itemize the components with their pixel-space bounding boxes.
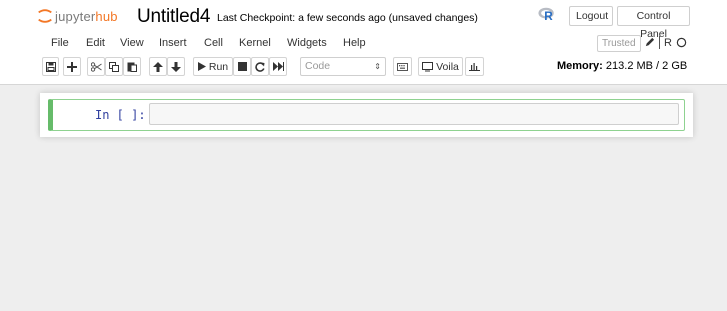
bar-chart-icon xyxy=(469,63,480,71)
voila-label: Voila xyxy=(436,60,459,73)
move-up-button[interactable] xyxy=(149,57,167,76)
copy-button[interactable] xyxy=(105,57,123,76)
restart-button[interactable] xyxy=(251,57,269,76)
save-button[interactable] xyxy=(42,57,59,76)
cell-type-value: Code xyxy=(305,60,331,72)
menu-widgets[interactable]: Widgets xyxy=(287,37,327,49)
cut-button[interactable] xyxy=(87,57,105,76)
menu-view[interactable]: View xyxy=(120,37,144,49)
command-palette-button[interactable] xyxy=(393,57,412,76)
kernel-indicator: R xyxy=(644,36,687,49)
notebook-container: In [ ]: xyxy=(40,93,693,137)
restart-run-all-button[interactable] xyxy=(269,57,287,76)
monitor-icon xyxy=(422,61,434,71)
scissors-icon xyxy=(90,61,102,72)
stop-icon xyxy=(237,62,247,71)
menu-help[interactable]: Help xyxy=(343,37,366,49)
input-prompt: In [ ]: xyxy=(95,108,146,122)
code-input[interactable] xyxy=(149,103,679,125)
r-kernel-logo-icon: R xyxy=(538,7,554,22)
jupyterhub-logo[interactable]: jupyter hub xyxy=(36,7,118,25)
top-bar: jupyter hub Untitled4 Last Checkpoint: a … xyxy=(0,0,727,40)
paste-button[interactable] xyxy=(123,57,141,76)
run-button[interactable]: Run xyxy=(193,57,233,76)
save-icon xyxy=(45,61,56,72)
notebook-title[interactable]: Untitled4 xyxy=(137,6,210,28)
run-label: Run xyxy=(208,60,229,73)
select-arrows-icon: ⇕ xyxy=(374,62,381,71)
voila-button[interactable]: Voila xyxy=(418,57,463,76)
kernel-idle-circle-icon xyxy=(676,37,687,48)
keyboard-icon xyxy=(397,62,408,71)
fast-forward-icon xyxy=(272,62,284,71)
menu-file[interactable]: File xyxy=(51,37,69,49)
restart-icon xyxy=(255,61,265,72)
menu-edit[interactable]: Edit xyxy=(86,37,105,49)
paste-icon xyxy=(127,62,137,72)
logo-text-hub: hub xyxy=(95,8,118,24)
copy-icon xyxy=(109,61,119,72)
header: jupyter hub Untitled4 Last Checkpoint: a … xyxy=(0,0,727,85)
cell-type-select[interactable]: Code ⇕ xyxy=(300,57,386,76)
menu-kernel[interactable]: Kernel xyxy=(239,37,271,49)
trusted-indicator[interactable]: Trusted xyxy=(597,35,641,52)
plus-icon xyxy=(67,61,77,72)
kernel-name: R xyxy=(664,36,672,49)
logo-text-jupyter: jupyter xyxy=(55,8,96,24)
arrow-up-icon xyxy=(153,61,163,72)
kernel-divider xyxy=(659,36,660,49)
code-cell[interactable]: In [ ]: xyxy=(48,99,685,131)
memory-label: Memory: xyxy=(557,60,603,72)
control-panel-button[interactable]: Control Panel xyxy=(617,6,690,40)
menu-insert[interactable]: Insert xyxy=(159,37,187,49)
dashboard-button[interactable] xyxy=(465,57,484,76)
jupyter-logo-icon xyxy=(38,9,52,23)
memory-value: 213.2 MB / 2 GB xyxy=(605,60,688,72)
checkpoint-status: Last Checkpoint: a few seconds ago (unsa… xyxy=(217,12,478,24)
move-down-button[interactable] xyxy=(167,57,185,76)
insert-cell-button[interactable] xyxy=(63,57,81,76)
arrow-down-icon xyxy=(171,61,181,72)
interrupt-button[interactable] xyxy=(233,57,251,76)
r-logo-letter: R xyxy=(544,10,553,22)
menu-cell[interactable]: Cell xyxy=(204,37,223,49)
logout-button[interactable]: Logout xyxy=(569,6,613,26)
pencil-icon[interactable] xyxy=(644,37,655,48)
memory-usage: Memory: 213.2 MB / 2 GB xyxy=(557,60,687,72)
play-icon xyxy=(197,62,206,71)
